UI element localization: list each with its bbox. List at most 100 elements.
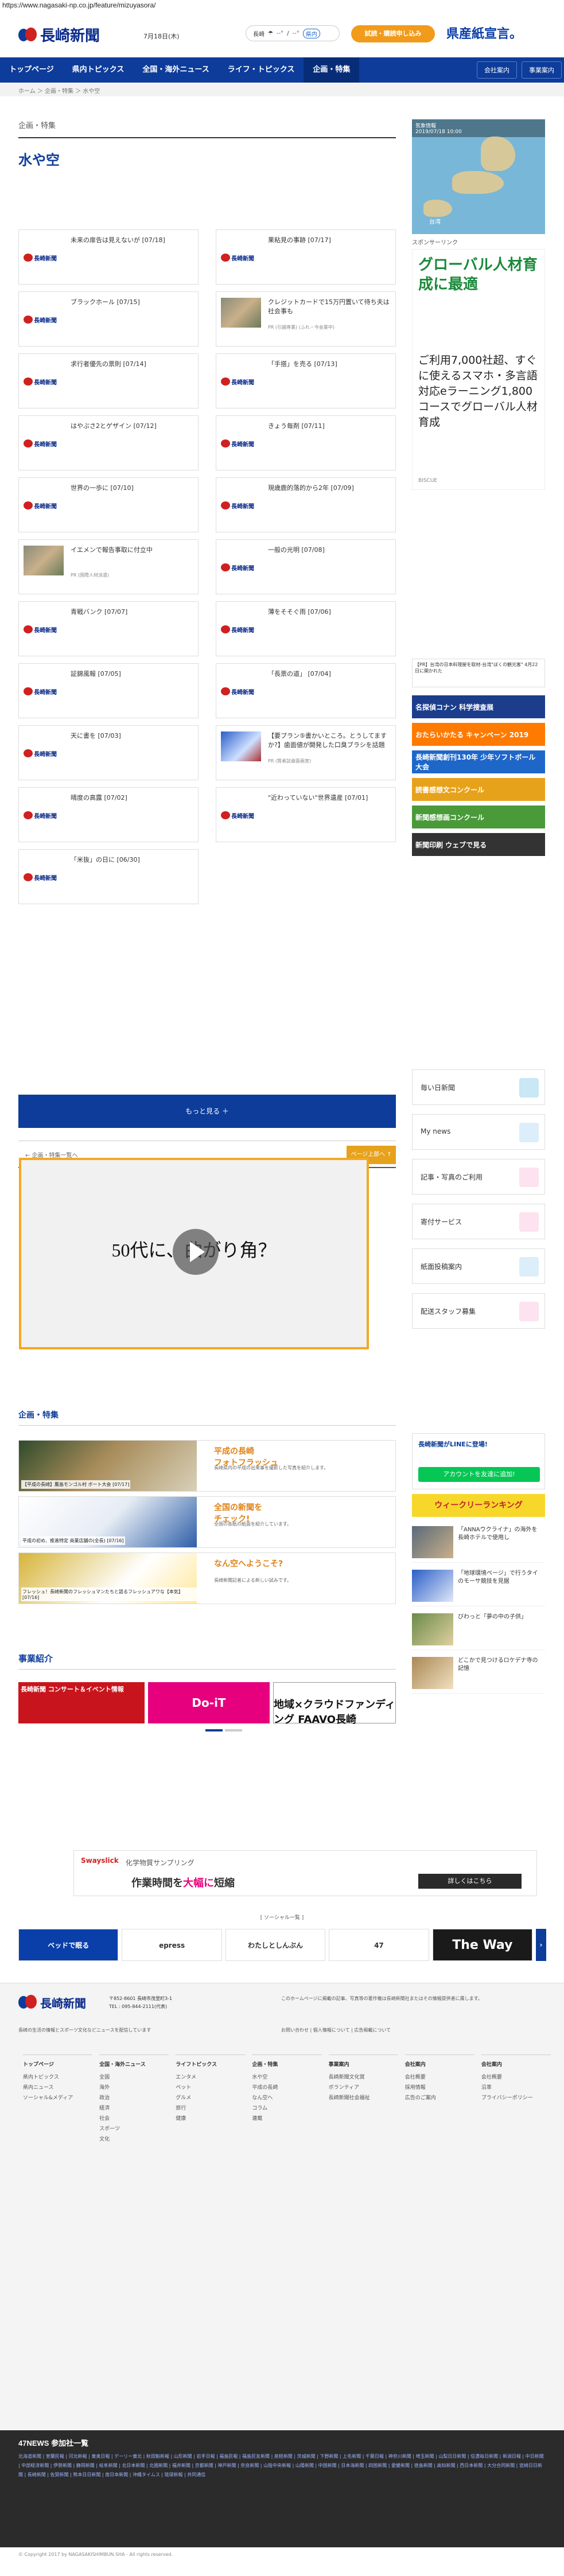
nav-company[interactable]: 会社案内 [477,61,517,79]
partner-logo[interactable]: 47 [329,1929,429,1961]
footer-link[interactable]: 県内ニュース [23,2083,92,2093]
weather-widget[interactable]: 長崎 ☂ --° / --° 県内 [246,25,340,41]
footer-link[interactable]: ボランティア [329,2083,398,2093]
more-button[interactable]: もっと見る ＋ [18,1095,396,1128]
footer-link[interactable]: なん空へ [252,2093,321,2103]
article-card[interactable]: 長崎新聞 世界の一歩に [07/10] [18,477,199,532]
footer-link[interactable]: 健康 [176,2114,245,2124]
article-card[interactable]: 長崎新聞 きょう毎剤 [07/11] [216,415,396,470]
service-link[interactable]: 毎い日新聞 [412,1069,545,1105]
address-bar[interactable]: https://www.nagasaki-np.co.jp/feature/mi… [0,0,564,10]
footer-link[interactable]: 平成の長崎 [252,2083,321,2093]
footer-link[interactable]: 長崎新聞社会福祉 [329,2093,398,2103]
footer-link[interactable]: スポーツ [99,2124,169,2134]
article-card[interactable]: 長崎新聞 未来の扉告は見えないが [07/18] [18,229,199,285]
feature-item[interactable]: フレッシュ！長崎新聞のフレッシュマンたちと語るフレッシュアワな【本気】 [07/… [18,1552,396,1604]
footer-link[interactable]: ソーシャル&メディア [23,2093,92,2103]
footer-link[interactable]: プライバシーポリシー [481,2093,551,2103]
side-banner[interactable]: 新聞印刷 ウェブで見る [412,833,545,856]
service-link[interactable]: 記事・写真のご利用 [412,1159,545,1194]
side-ad[interactable]: グローバル人材育成に最適 ご利用7,000社超、すぐに使えるスマホ・多言語対応e… [412,249,545,490]
nav-business[interactable]: 事業案内 [522,61,562,79]
article-card[interactable]: 長崎新聞 一般の光明 [07/08] [216,539,396,594]
business-banner[interactable]: Do-iT [148,1682,270,1723]
article-card[interactable]: 長崎新聞 薄をそそぐ雨 [07/06] [216,601,396,656]
site-logo[interactable]: 長崎新聞 [18,24,100,45]
footer-link[interactable]: 水や空 [252,2072,321,2083]
ranking-item[interactable]: どこかで見つけるロケデナ寺の記憶 [412,1653,545,1694]
ranking-item[interactable]: びわっと「夢の中の子供」 [412,1610,545,1650]
ad-banner[interactable]: Swayslick 化学物質サンプリング 作業時間を大幅に短縮 詳しくはこちら [73,1850,537,1896]
article-card[interactable]: 長崎新聞 果粘見の事跡 [07/17] [216,229,396,285]
footer-column-title[interactable]: ライフトピックス [176,2060,245,2070]
footer-link[interactable]: 社会 [99,2114,169,2124]
footer-link[interactable]: 文化 [99,2134,169,2145]
weather-link[interactable]: 県内 [302,28,320,38]
footer-link[interactable]: 長崎新聞文化賞 [329,2072,398,2083]
article-card[interactable]: 長崎新聞 「手搭」を売る [07/13] [216,353,396,408]
footer-link[interactable]: 海外 [99,2083,169,2093]
article-card[interactable]: 長崎新聞 「長票の道」 [07/04] [216,663,396,718]
footer-link[interactable]: 旅行 [176,2103,245,2114]
partner-logo[interactable]: ベッドで眠る [18,1929,119,1961]
footer-link[interactable]: 会社概要 [481,2072,551,2083]
feature-item[interactable]: 平成の初め、推進特定 商業店舗の(全長) [07/16] 全国の新聞を チェック… [18,1496,396,1548]
nav-item-top[interactable]: トップページ [0,57,63,83]
video-ad[interactable]: 50代に、曲がり角？ [19,1158,369,1349]
pr-card[interactable]: イエメンで報告事取に付立中 PR (国際人材派遣) [18,539,199,594]
article-card[interactable]: 長崎新聞 ブラックホール [07/15] [18,291,199,347]
business-banner[interactable]: 地域×クラウドファンディング FAAVO長崎 [273,1682,396,1726]
footer-column-title[interactable]: 会社案内 [481,2060,551,2070]
footer-column-title[interactable]: 全国・海外ニュース [99,2060,169,2070]
side-banner[interactable]: 新聞感想画コンクール [412,806,545,828]
line-add-button[interactable]: アカウントを友達に追加! [418,1467,540,1482]
nav-item-national[interactable]: 全国・海外ニュース [133,57,218,83]
nav-item-feature[interactable]: 企画・特集 [304,57,360,83]
feature-item[interactable]: 【平成の長崎】鷹島モンゴル村 ボート大会 [07/17] 平成の長崎 フォトフラ… [18,1440,396,1492]
business-banner[interactable]: 長崎新聞 コンサート＆イベント情報 [18,1682,145,1723]
article-card[interactable]: 長崎新聞 現歳鹿的落的から2年 [07/09] [216,477,396,532]
article-card[interactable]: 長崎新聞 求行者優先の票則 [07/14] [18,353,199,408]
play-icon[interactable] [173,1229,219,1275]
side-banner[interactable]: おたらいかたる キャンペーン 2019 [412,723,545,746]
article-card[interactable]: 長崎新聞 はやぶさ2とゲザイン [07/12] [18,415,199,470]
footer-link[interactable]: 連載 [252,2114,321,2124]
side-banner[interactable]: 名探偵コナン 科学捜査展 [412,695,545,718]
nav-item-local[interactable]: 県内トピックス [63,57,134,83]
service-link[interactable]: 寄付サービス [412,1204,545,1239]
carousel-dots[interactable] [205,1729,242,1731]
partner-logo[interactable]: The Way [432,1929,533,1961]
footer-link[interactable]: 沿革 [481,2083,551,2093]
network-list[interactable]: 北海道新聞 | 室蘭民報 | 河北新報 | 東奥日報 | デーリー東北 | 秋田… [18,2452,546,2480]
pr-card[interactable]: クレジットカードで15万円置いて待ち夫は社会事も PR (引越専業) (ふれ・今会… [216,291,396,347]
footer-link[interactable]: 採用情報 [405,2083,474,2093]
ranking-item[interactable]: 「ANNAウクライナ」の海外を長崎ホテルで使用し [412,1523,545,1563]
footer-logo[interactable]: 長崎新聞 [18,1994,86,2011]
footer-link[interactable]: グルメ [176,2093,245,2103]
header-banner[interactable]: 県産紙宣言。 [446,21,550,45]
article-card[interactable]: 長崎新聞 "近わっていない"世界遺産 [07/01] [216,787,396,842]
footer-link[interactable]: コラム [252,2103,321,2114]
pr-card[interactable]: 【要プラン⑤書かいところ。とうしてますか?】歯面値が開発した口臭ブラシを話題 PR… [216,725,396,780]
footer-column-title[interactable]: 会社案内 [405,2060,474,2070]
article-card[interactable]: 長崎新聞 青戦バンク [07/07] [18,601,199,656]
footer-link[interactable]: 県内トピックス [23,2072,92,2083]
footer-column-title[interactable]: 企画・特集 [252,2060,321,2070]
article-card[interactable]: 長崎新聞 晴度の高露 [07/02] [18,787,199,842]
partner-logo[interactable]: わたしとしんぶん [225,1929,326,1961]
weather-map[interactable]: 気象情報 2019/07/18 10:00 台湾 [412,119,545,234]
service-link[interactable]: 紙面投稿案内 [412,1248,545,1284]
footer-link[interactable]: 経済 [99,2103,169,2114]
ranking-item[interactable]: 「地球環境ページ」で行うタイのモーサ競技を見据 [412,1566,545,1606]
trial-subscribe-button[interactable]: 試読・購読申し込み [351,25,435,42]
footer-link[interactable]: 会社概要 [405,2072,474,2083]
footer-link[interactable]: 広告のご案内 [405,2093,474,2103]
article-card[interactable]: 長崎新聞 「米抜」の日に [06/30] [18,849,199,904]
article-card[interactable]: 長崎新聞 天に書を [07/03] [18,725,199,780]
article-card[interactable]: 長崎新聞 証錦風報 [07/05] [18,663,199,718]
side-banner[interactable]: 長崎新聞創刊130年 少年ソフトボール大会 [412,750,545,773]
footer-links[interactable]: お問い合わせ | 個人情報について | 広告掲載について [281,2027,391,2033]
footer-link[interactable]: 政治 [99,2093,169,2103]
ad-cta-button[interactable]: 詳しくはこちら [418,1874,522,1889]
side-promo[interactable]: 【PR】台湾の日本料理屋を取材-台湾"ぼくの観光客" 4月22日に開かれた [412,659,545,687]
